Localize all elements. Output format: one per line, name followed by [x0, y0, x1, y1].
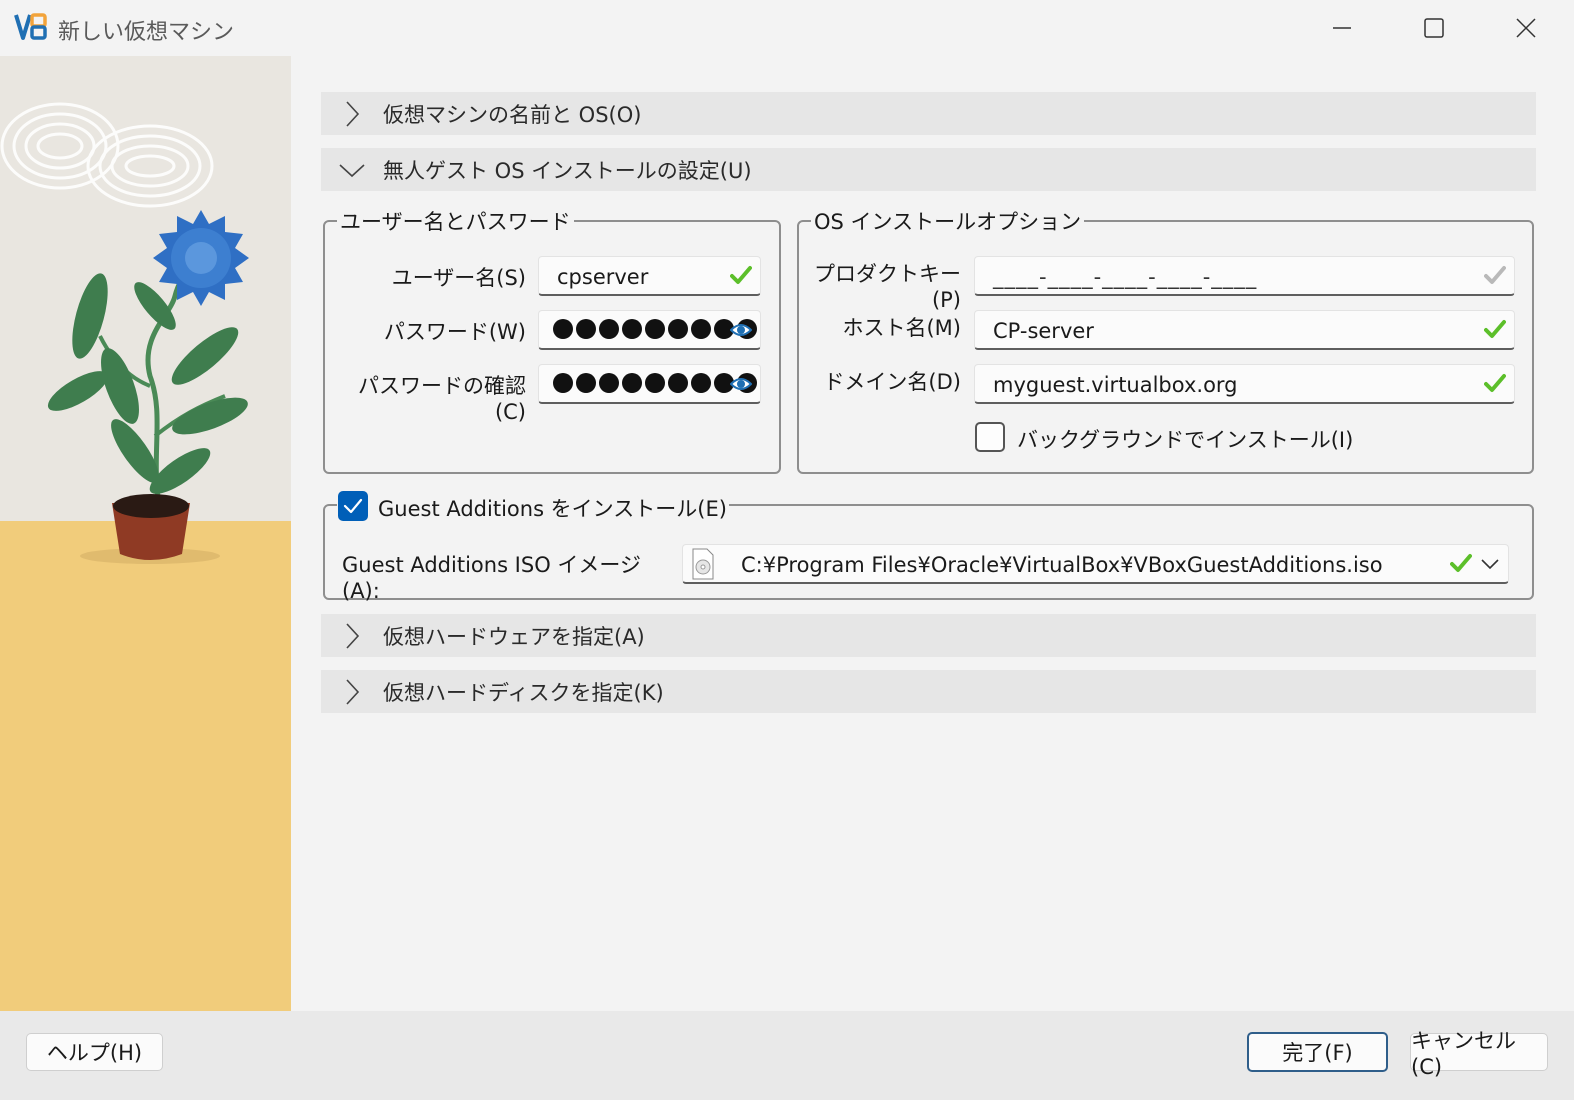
show-password-eye-icon[interactable]	[730, 374, 752, 394]
password-label: パスワード(W)	[383, 320, 526, 344]
product-key-value: ____-____-____-____-____	[993, 265, 1258, 289]
section-disk-label: 仮想ハードディスクを指定(K)	[383, 680, 664, 705]
minimize-icon	[1333, 27, 1351, 29]
disc-file-icon	[692, 548, 714, 580]
checkmark-icon	[343, 498, 363, 514]
username-label: ユーザー名(S)	[391, 266, 526, 290]
username-field[interactable]: cpserver	[538, 256, 761, 296]
iso-image-combobox[interactable]: C:¥Program Files¥Oracle¥VirtualBox¥VBoxG…	[682, 544, 1509, 584]
username-value: cpserver	[557, 265, 649, 289]
password-confirm-label: パスワードの確認(C)	[358, 374, 526, 424]
finish-button[interactable]: 完了(F)	[1247, 1032, 1388, 1072]
minimize-button[interactable]	[1296, 0, 1388, 56]
title-bar[interactable]: 新しい仮想マシン	[0, 0, 1574, 56]
section-name-os-header[interactable]: 仮想マシンの名前と OS(O)	[321, 92, 1536, 135]
valid-check-icon	[730, 266, 752, 284]
show-password-eye-icon[interactable]	[730, 320, 752, 340]
password-mask	[553, 319, 757, 339]
os-install-options-title: OS インストールオプション	[814, 210, 1082, 234]
hostname-field[interactable]: CP-server	[974, 310, 1515, 350]
chevron-right-icon	[346, 678, 360, 705]
background-install-label: バックグラウンドでインストール(I)	[1017, 428, 1354, 452]
section-hardware-label: 仮想ハードウェアを指定(A)	[383, 624, 645, 649]
chevron-down-icon[interactable]	[1480, 557, 1500, 571]
valid-check-icon	[1484, 374, 1506, 392]
domain-label: ドメイン名(D)	[823, 370, 961, 394]
hostname-label: ホスト名(M)	[842, 316, 961, 340]
section-unattended-label: 無人ゲスト OS インストールの設定(U)	[383, 158, 752, 183]
virtualbox-icon	[14, 13, 47, 40]
wizard-side-artwork	[0, 56, 291, 1011]
valid-check-icon	[1450, 554, 1472, 572]
hostname-value: CP-server	[993, 319, 1094, 343]
maximize-button[interactable]	[1388, 0, 1480, 56]
chevron-right-icon	[346, 100, 360, 127]
section-disk-header[interactable]: 仮想ハードディスクを指定(K)	[321, 670, 1536, 713]
close-icon	[1516, 18, 1536, 38]
potted-flower-illustration	[0, 56, 291, 1011]
password-confirm-mask	[553, 373, 757, 393]
domain-field[interactable]: myguest.virtualbox.org	[974, 364, 1515, 404]
close-button[interactable]	[1480, 0, 1572, 56]
password-confirm-field[interactable]	[538, 364, 761, 404]
install-guest-additions-checkbox[interactable]	[338, 491, 368, 521]
install-guest-additions-label: Guest Additions をインストール(E)	[378, 497, 727, 521]
check-icon	[1484, 266, 1506, 284]
wizard-footer: ヘルプ(H) 完了(F) キャンセル(C)	[0, 1011, 1574, 1100]
background-install-checkbox[interactable]	[975, 422, 1005, 452]
iso-image-label: Guest Additions ISO イメージ(A):	[342, 553, 641, 603]
section-hardware-header[interactable]: 仮想ハードウェアを指定(A)	[321, 614, 1536, 657]
password-field[interactable]	[538, 310, 761, 350]
cancel-button[interactable]: キャンセル(C)	[1410, 1029, 1548, 1079]
wizard-content: 仮想マシンの名前と OS(O) 無人ゲスト OS インストールの設定(U) ユー…	[291, 56, 1574, 1011]
domain-value: myguest.virtualbox.org	[993, 373, 1238, 397]
maximize-icon	[1424, 18, 1444, 38]
section-name-os-label: 仮想マシンの名前と OS(O)	[383, 102, 642, 127]
valid-check-icon	[1484, 320, 1506, 338]
help-button[interactable]: ヘルプ(H)	[26, 1033, 163, 1071]
chevron-right-icon	[346, 622, 360, 649]
section-unattended-header[interactable]: 無人ゲスト OS インストールの設定(U)	[321, 148, 1536, 191]
window-title: 新しい仮想マシン	[58, 20, 235, 45]
product-key-label: プロダクトキー(P)	[814, 262, 961, 312]
user-password-group-title: ユーザー名とパスワード	[340, 210, 571, 234]
chevron-down-icon	[339, 163, 365, 177]
iso-image-path: C:¥Program Files¥Oracle¥VirtualBox¥VBoxG…	[741, 553, 1383, 577]
product-key-field[interactable]: ____-____-____-____-____	[974, 256, 1515, 296]
